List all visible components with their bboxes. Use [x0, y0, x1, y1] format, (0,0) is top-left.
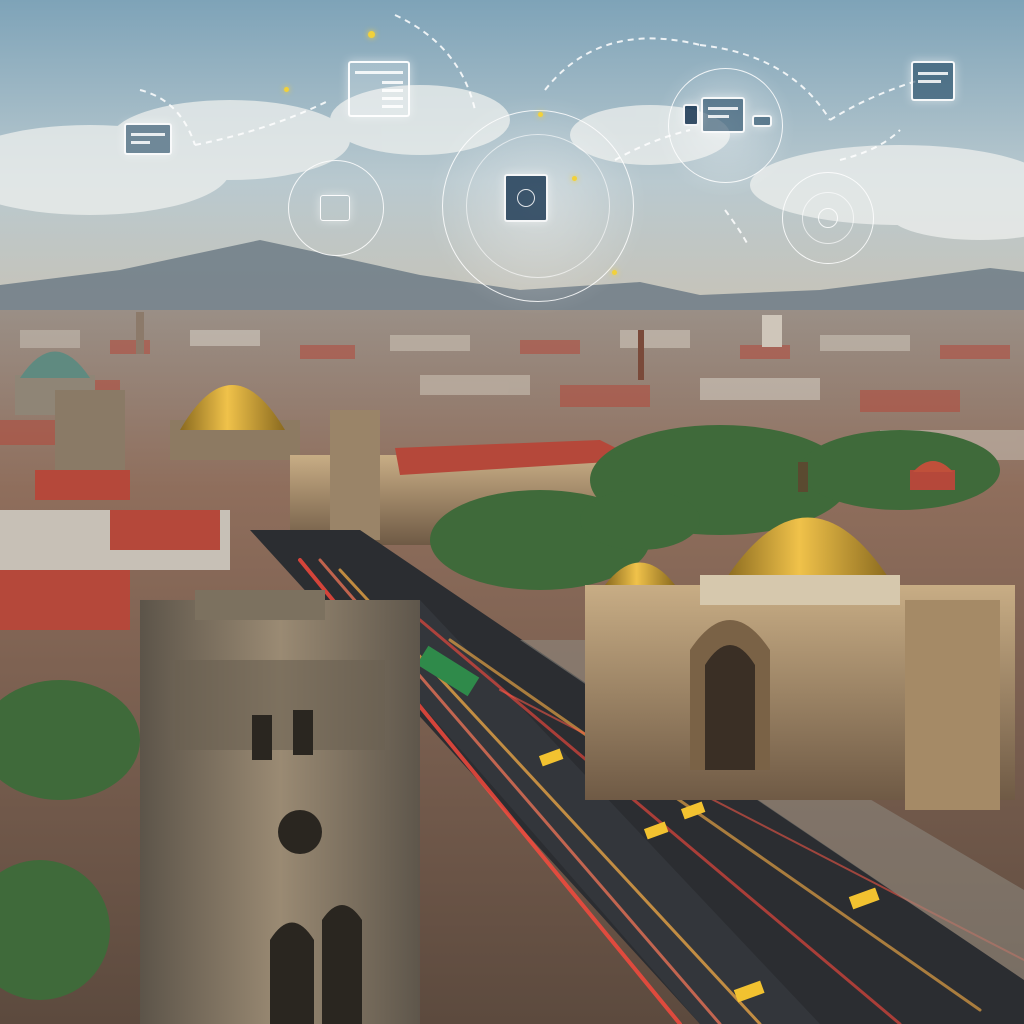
accent-dot — [368, 31, 375, 38]
laptop-icon — [752, 115, 772, 127]
hologram-ring-right-core — [818, 208, 838, 228]
target-icon — [517, 189, 535, 207]
left-church — [55, 390, 125, 475]
browser-window-icon — [701, 97, 745, 133]
accent-dot — [538, 112, 543, 117]
skyline-tower — [762, 315, 782, 347]
foreground-cathedral — [140, 590, 420, 1024]
monitor-icon — [124, 123, 172, 155]
target-icon — [320, 195, 350, 221]
monitor-icon — [911, 61, 955, 101]
accent-dot — [612, 270, 617, 275]
accent-dot — [572, 176, 577, 181]
chip-icon — [504, 174, 548, 222]
laptop-icon — [683, 104, 699, 126]
skyline-tower — [136, 312, 144, 354]
accent-dot — [284, 87, 289, 92]
document-window-icon — [348, 61, 410, 117]
skyline-tower — [638, 330, 644, 380]
